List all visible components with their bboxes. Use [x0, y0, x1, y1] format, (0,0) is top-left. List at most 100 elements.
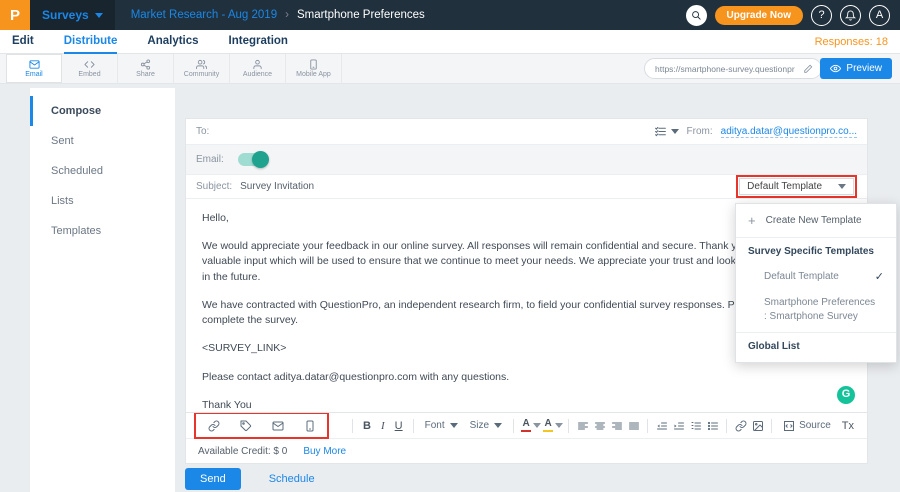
smartphone-template-line1: Smartphone Preferences — [764, 297, 875, 308]
survey-url-input[interactable] — [653, 63, 797, 75]
insert-image-button[interactable] — [749, 417, 766, 434]
sidebar-item-compose[interactable]: Compose — [30, 96, 175, 126]
toolbar-separator — [352, 419, 353, 433]
menu-item-default-template[interactable]: Default Template ✓ — [736, 263, 896, 290]
community-icon — [196, 59, 207, 70]
underline-button[interactable]: U — [390, 420, 408, 432]
mobile-preview-button[interactable] — [301, 417, 318, 434]
mobile-icon — [304, 420, 316, 432]
body-paragraph: Thank You — [202, 398, 851, 413]
source-button[interactable]: Source — [777, 420, 837, 432]
bold-button[interactable]: B — [358, 420, 376, 432]
bullet-list-button[interactable] — [704, 417, 721, 434]
channel-embed[interactable]: Embed — [62, 54, 118, 83]
align-left-button[interactable] — [574, 417, 591, 434]
eye-icon — [830, 63, 841, 74]
surveys-menu[interactable]: Surveys — [30, 0, 115, 30]
insert-tag-button[interactable] — [237, 417, 254, 434]
indent-button[interactable] — [670, 417, 687, 434]
search-button[interactable] — [686, 5, 707, 26]
send-button[interactable]: Send — [185, 468, 241, 490]
tab-integration[interactable]: Integration — [229, 30, 288, 54]
account-avatar[interactable]: A — [869, 5, 890, 26]
breadcrumb-survey-folder[interactable]: Market Research - Aug 2019 — [131, 9, 277, 21]
topbar-actions: Upgrade Now ? A — [686, 5, 900, 26]
sidebar-item-sent[interactable]: Sent — [30, 126, 175, 156]
search-icon — [691, 10, 702, 21]
code-icon — [84, 59, 95, 70]
sidebar-item-templates[interactable]: Templates — [30, 216, 175, 246]
email-icon — [29, 59, 40, 70]
sidebar-item-lists[interactable]: Lists — [30, 186, 175, 216]
insert-survey-link-button[interactable] — [205, 417, 222, 434]
outdent-button[interactable] — [653, 417, 670, 434]
channel-mobile-app[interactable]: Mobile App — [286, 54, 342, 83]
menu-item-smartphone-template[interactable]: Smartphone Preferences : Smartphone Surv… — [736, 290, 896, 332]
menu-item-create-new-template[interactable]: + Create New Template — [736, 204, 896, 238]
surveys-menu-label: Surveys — [42, 8, 89, 22]
annotation-highlight-template: Default Template — [736, 175, 857, 198]
template-dropdown-button[interactable]: Default Template — [739, 178, 854, 195]
schedule-link[interactable]: Schedule — [269, 473, 315, 485]
channel-share-label: Share — [136, 71, 155, 78]
recipient-list-selector[interactable] — [654, 125, 679, 138]
questionpro-logo[interactable]: P — [0, 0, 30, 30]
template-dropdown-menu: + Create New Template Survey Specific Te… — [735, 203, 897, 363]
breadcrumb: Market Research - Aug 2019 › Smartphone … — [131, 9, 425, 21]
insert-link-button[interactable] — [732, 417, 749, 434]
font-dropdown[interactable]: Font — [419, 420, 464, 431]
upgrade-now-button[interactable]: Upgrade Now — [715, 6, 803, 25]
help-button[interactable]: ? — [811, 5, 832, 26]
insert-email-button[interactable] — [269, 417, 286, 434]
preview-button[interactable]: Preview — [820, 58, 892, 79]
ordered-list-icon — [690, 420, 702, 432]
channel-embed-label: Embed — [78, 71, 100, 78]
align-right-icon — [611, 420, 623, 432]
email-toggle-switch[interactable] — [238, 153, 268, 166]
align-justify-button[interactable] — [625, 417, 642, 434]
subject-value[interactable]: Survey Invitation — [240, 181, 314, 192]
highlight-color-swatch — [543, 430, 553, 432]
share-icon — [140, 59, 151, 70]
preview-button-label: Preview — [846, 63, 882, 74]
default-template-label: Default Template — [764, 271, 839, 282]
notifications-button[interactable] — [840, 5, 861, 26]
from-label: From: — [687, 126, 713, 137]
tab-edit[interactable]: Edit — [12, 30, 34, 54]
align-center-button[interactable] — [591, 417, 608, 434]
email-toggle-label: Email: — [196, 154, 224, 165]
chevron-down-icon[interactable] — [555, 423, 563, 428]
edit-pencil-icon[interactable] — [803, 64, 813, 74]
ordered-list-button[interactable] — [687, 417, 704, 434]
sidebar-item-scheduled[interactable]: Scheduled — [30, 156, 175, 186]
chevron-down-icon — [494, 423, 502, 428]
indent-icon — [673, 420, 685, 432]
clear-formatting-button[interactable]: Tx — [837, 420, 859, 432]
italic-button[interactable]: I — [376, 420, 390, 432]
questionpro-app: P Surveys Market Research - Aug 2019 › S… — [0, 0, 900, 492]
subject-label: Subject: — [196, 181, 232, 192]
highlight-color-button[interactable]: A — [541, 419, 555, 432]
toolbar-separator — [647, 419, 648, 433]
mobile-icon — [308, 59, 319, 70]
align-right-button[interactable] — [608, 417, 625, 434]
from-address[interactable]: aditya.datar@questionpro.co... — [721, 126, 857, 138]
menu-section-global-list[interactable]: Global List — [736, 333, 896, 362]
channel-mobile-app-label: Mobile App — [296, 71, 331, 78]
channel-community[interactable]: Community — [174, 54, 230, 83]
check-icon: ✓ — [875, 270, 884, 283]
grammarly-icon[interactable]: G — [837, 386, 855, 404]
text-color-button[interactable]: A — [519, 419, 533, 432]
channel-audience[interactable]: Audience — [230, 54, 286, 83]
size-dropdown-label: Size — [470, 420, 489, 431]
channel-email[interactable]: Email — [6, 54, 62, 83]
buy-more-link[interactable]: Buy More — [303, 446, 346, 457]
chevron-down-icon[interactable] — [533, 423, 541, 428]
tab-distribute[interactable]: Distribute — [64, 30, 118, 54]
size-dropdown[interactable]: Size — [464, 420, 508, 431]
responses-count[interactable]: Responses: 18 — [815, 36, 888, 48]
channel-share[interactable]: Share — [118, 54, 174, 83]
tab-analytics[interactable]: Analytics — [147, 30, 198, 54]
send-actions: Send Schedule — [185, 468, 315, 490]
to-row-actions: From: aditya.datar@questionpro.co... — [654, 125, 857, 138]
